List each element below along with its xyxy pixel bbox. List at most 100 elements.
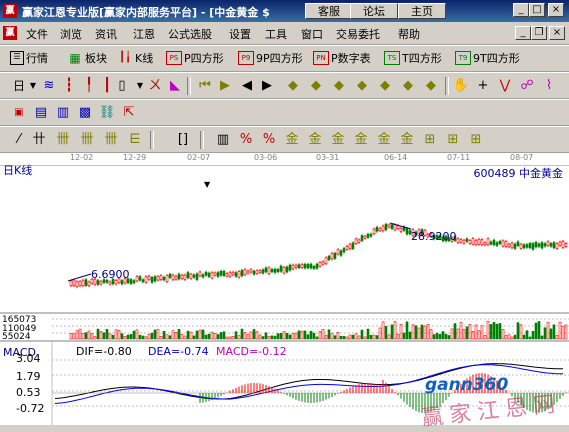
mdi-close-button[interactable]: × bbox=[549, 26, 565, 40]
menu-news[interactable]: 资讯 bbox=[95, 26, 117, 42]
app-icon[interactable]: 赢 bbox=[3, 4, 17, 18]
tool-icon[interactable]: ☍ bbox=[518, 77, 536, 95]
speed-icon[interactable]: 金 bbox=[375, 131, 393, 149]
menu-formula[interactable]: 公式选股 bbox=[168, 26, 212, 42]
cross-icon[interactable]: + bbox=[474, 77, 492, 95]
spiral-icon[interactable]: ⊞ bbox=[421, 131, 439, 149]
candle-body bbox=[474, 240, 478, 246]
gann-square-icon[interactable]: 卌 bbox=[78, 131, 96, 149]
extra-tool-icon[interactable]: ⌇ bbox=[540, 77, 558, 95]
time-extra-icon[interactable]: ⊞ bbox=[467, 131, 485, 149]
gold3-icon[interactable]: 金 bbox=[329, 131, 347, 149]
zoom-out-icon[interactable]: ◆ bbox=[330, 77, 348, 95]
mdi-minimize-button[interactable]: _ bbox=[515, 26, 531, 40]
p9-button[interactable]: P9 9P四方形 bbox=[238, 49, 303, 67]
ts-button[interactable]: TS T四方形 bbox=[384, 49, 442, 67]
pn-button[interactable]: PN P数字表 bbox=[313, 49, 371, 67]
volume-tick: 55024 bbox=[2, 332, 31, 342]
bars-icon[interactable]: ┇ bbox=[60, 77, 78, 95]
menu-file[interactable]: 文件 bbox=[26, 26, 48, 42]
expand-icon[interactable]: ◆ bbox=[399, 77, 417, 95]
candle-body bbox=[537, 243, 541, 247]
menu-window[interactable]: 窗口 bbox=[301, 26, 323, 42]
document-icon[interactable]: 赢 bbox=[3, 26, 17, 40]
menu-gann[interactable]: 江恩 bbox=[133, 26, 155, 42]
bracket-icon[interactable]: [] bbox=[174, 131, 192, 149]
ps-button[interactable]: PS P四方形 bbox=[166, 49, 224, 67]
prev-page-icon[interactable]: ▶ bbox=[216, 77, 234, 95]
minimize-button[interactable]: _ bbox=[513, 3, 529, 17]
candle-body bbox=[273, 268, 277, 273]
sector-button[interactable]: ▦ 板块 bbox=[67, 49, 107, 67]
volume-bar bbox=[396, 333, 400, 340]
volume-bar bbox=[462, 328, 466, 340]
kline-button[interactable]: ┃╽ K线 bbox=[117, 49, 153, 67]
candle-body bbox=[96, 280, 100, 285]
fib-icon[interactable]: % bbox=[260, 131, 278, 149]
volume-bar bbox=[501, 329, 505, 340]
menu-settings[interactable]: 设置 bbox=[229, 26, 251, 42]
percent-icon[interactable]: % bbox=[237, 131, 255, 149]
candles-icon[interactable]: ╿ bbox=[80, 77, 98, 95]
cycle-icon[interactable]: 金 bbox=[398, 131, 416, 149]
line-icon[interactable]: ⋁ bbox=[496, 77, 514, 95]
first-icon[interactable]: ⏮ bbox=[196, 77, 214, 95]
volume-bar bbox=[327, 329, 331, 340]
prev-icon[interactable]: ◀ bbox=[238, 77, 256, 95]
shrink-icon[interactable]: ◆ bbox=[422, 77, 440, 95]
hand-icon[interactable]: ✋ bbox=[452, 77, 470, 95]
zoom-in-icon[interactable]: ◆ bbox=[307, 77, 325, 95]
menu-browse[interactable]: 浏览 bbox=[60, 26, 82, 42]
customer-service-button[interactable]: 客服 bbox=[305, 3, 353, 19]
bars2-icon[interactable]: ▥ bbox=[214, 131, 232, 149]
window-title: 赢家江恩专业版[赢家内部服务平台] - [中金黄金 $ bbox=[22, 6, 270, 19]
mdi-restore-button[interactable]: ❐ bbox=[531, 26, 547, 40]
gann-wheel-icon[interactable]: 卌 bbox=[102, 131, 120, 149]
indicator-select[interactable]: ▯ bbox=[113, 77, 131, 95]
menu-trade[interactable]: 交易委托 bbox=[336, 26, 380, 42]
left-icon[interactable]: ◆ bbox=[353, 77, 371, 95]
gann-angle-icon[interactable]: ⋿ bbox=[126, 131, 144, 149]
candle-body bbox=[387, 224, 391, 228]
toolbar-gann-tools: ⁄ 卄 卌 卌 卌 ⋿ [] ▥ % % 金 金 金 金 金 金 ⊞ ⊞ ⊞ bbox=[0, 126, 569, 153]
candle-body bbox=[369, 233, 373, 237]
candle-body bbox=[297, 264, 301, 268]
calendar-icon[interactable]: ▣ bbox=[10, 104, 28, 122]
wave-icon[interactable]: ≋ bbox=[40, 77, 58, 95]
network-icon[interactable]: ⛓ bbox=[98, 104, 116, 122]
volume-bar bbox=[192, 335, 196, 340]
gold-icon[interactable]: 金 bbox=[283, 131, 301, 149]
right-icon[interactable]: ◆ bbox=[376, 77, 394, 95]
up-icon[interactable]: ◆ bbox=[284, 77, 302, 95]
flag-icon[interactable]: ◣ bbox=[166, 77, 184, 95]
arc-icon[interactable]: 金 bbox=[352, 131, 370, 149]
maximize-button[interactable]: □ bbox=[529, 3, 545, 17]
gann-box-icon[interactable]: 卌 bbox=[54, 131, 72, 149]
volume-bar bbox=[393, 321, 397, 340]
gann-icon[interactable]: ㄨ bbox=[146, 77, 164, 95]
save-icon[interactable]: ▩ bbox=[76, 104, 94, 122]
candle-body bbox=[519, 243, 523, 249]
chart-area[interactable]: 12-02 12-29 02-07 03-06 03-31 06-14 07-1… bbox=[0, 153, 569, 431]
candle-body bbox=[525, 244, 529, 248]
volume-bar bbox=[102, 332, 106, 340]
candle-body bbox=[267, 267, 271, 274]
table-icon[interactable]: ▤ bbox=[32, 104, 50, 122]
export-icon[interactable]: ⇱ bbox=[120, 104, 138, 122]
gann-grid-icon[interactable]: 卄 bbox=[30, 131, 48, 149]
gold2-icon[interactable]: 金 bbox=[306, 131, 324, 149]
quotes-button[interactable]: ☰ 行情 bbox=[10, 49, 48, 67]
forum-button[interactable]: 论坛 bbox=[350, 3, 398, 19]
next-icon[interactable]: ▶ bbox=[258, 77, 276, 95]
homepage-button[interactable]: 主页 bbox=[398, 3, 446, 19]
volume-bar bbox=[339, 335, 343, 340]
volume-bar bbox=[225, 336, 229, 340]
t9-button[interactable]: T9 9T四方形 bbox=[455, 49, 520, 67]
menu-help[interactable]: 帮助 bbox=[398, 26, 420, 42]
menu-tools[interactable]: 工具 bbox=[265, 26, 287, 42]
document-view-icon[interactable]: ▥ bbox=[54, 104, 72, 122]
close-button[interactable]: × bbox=[548, 3, 564, 17]
toolbar-utility: ▣ ▤ ▥ ▩ ⛓ ⇱ bbox=[0, 99, 569, 126]
time-icon[interactable]: ⊞ bbox=[444, 131, 462, 149]
gann-fan-icon[interactable]: ⁄ bbox=[10, 131, 28, 149]
